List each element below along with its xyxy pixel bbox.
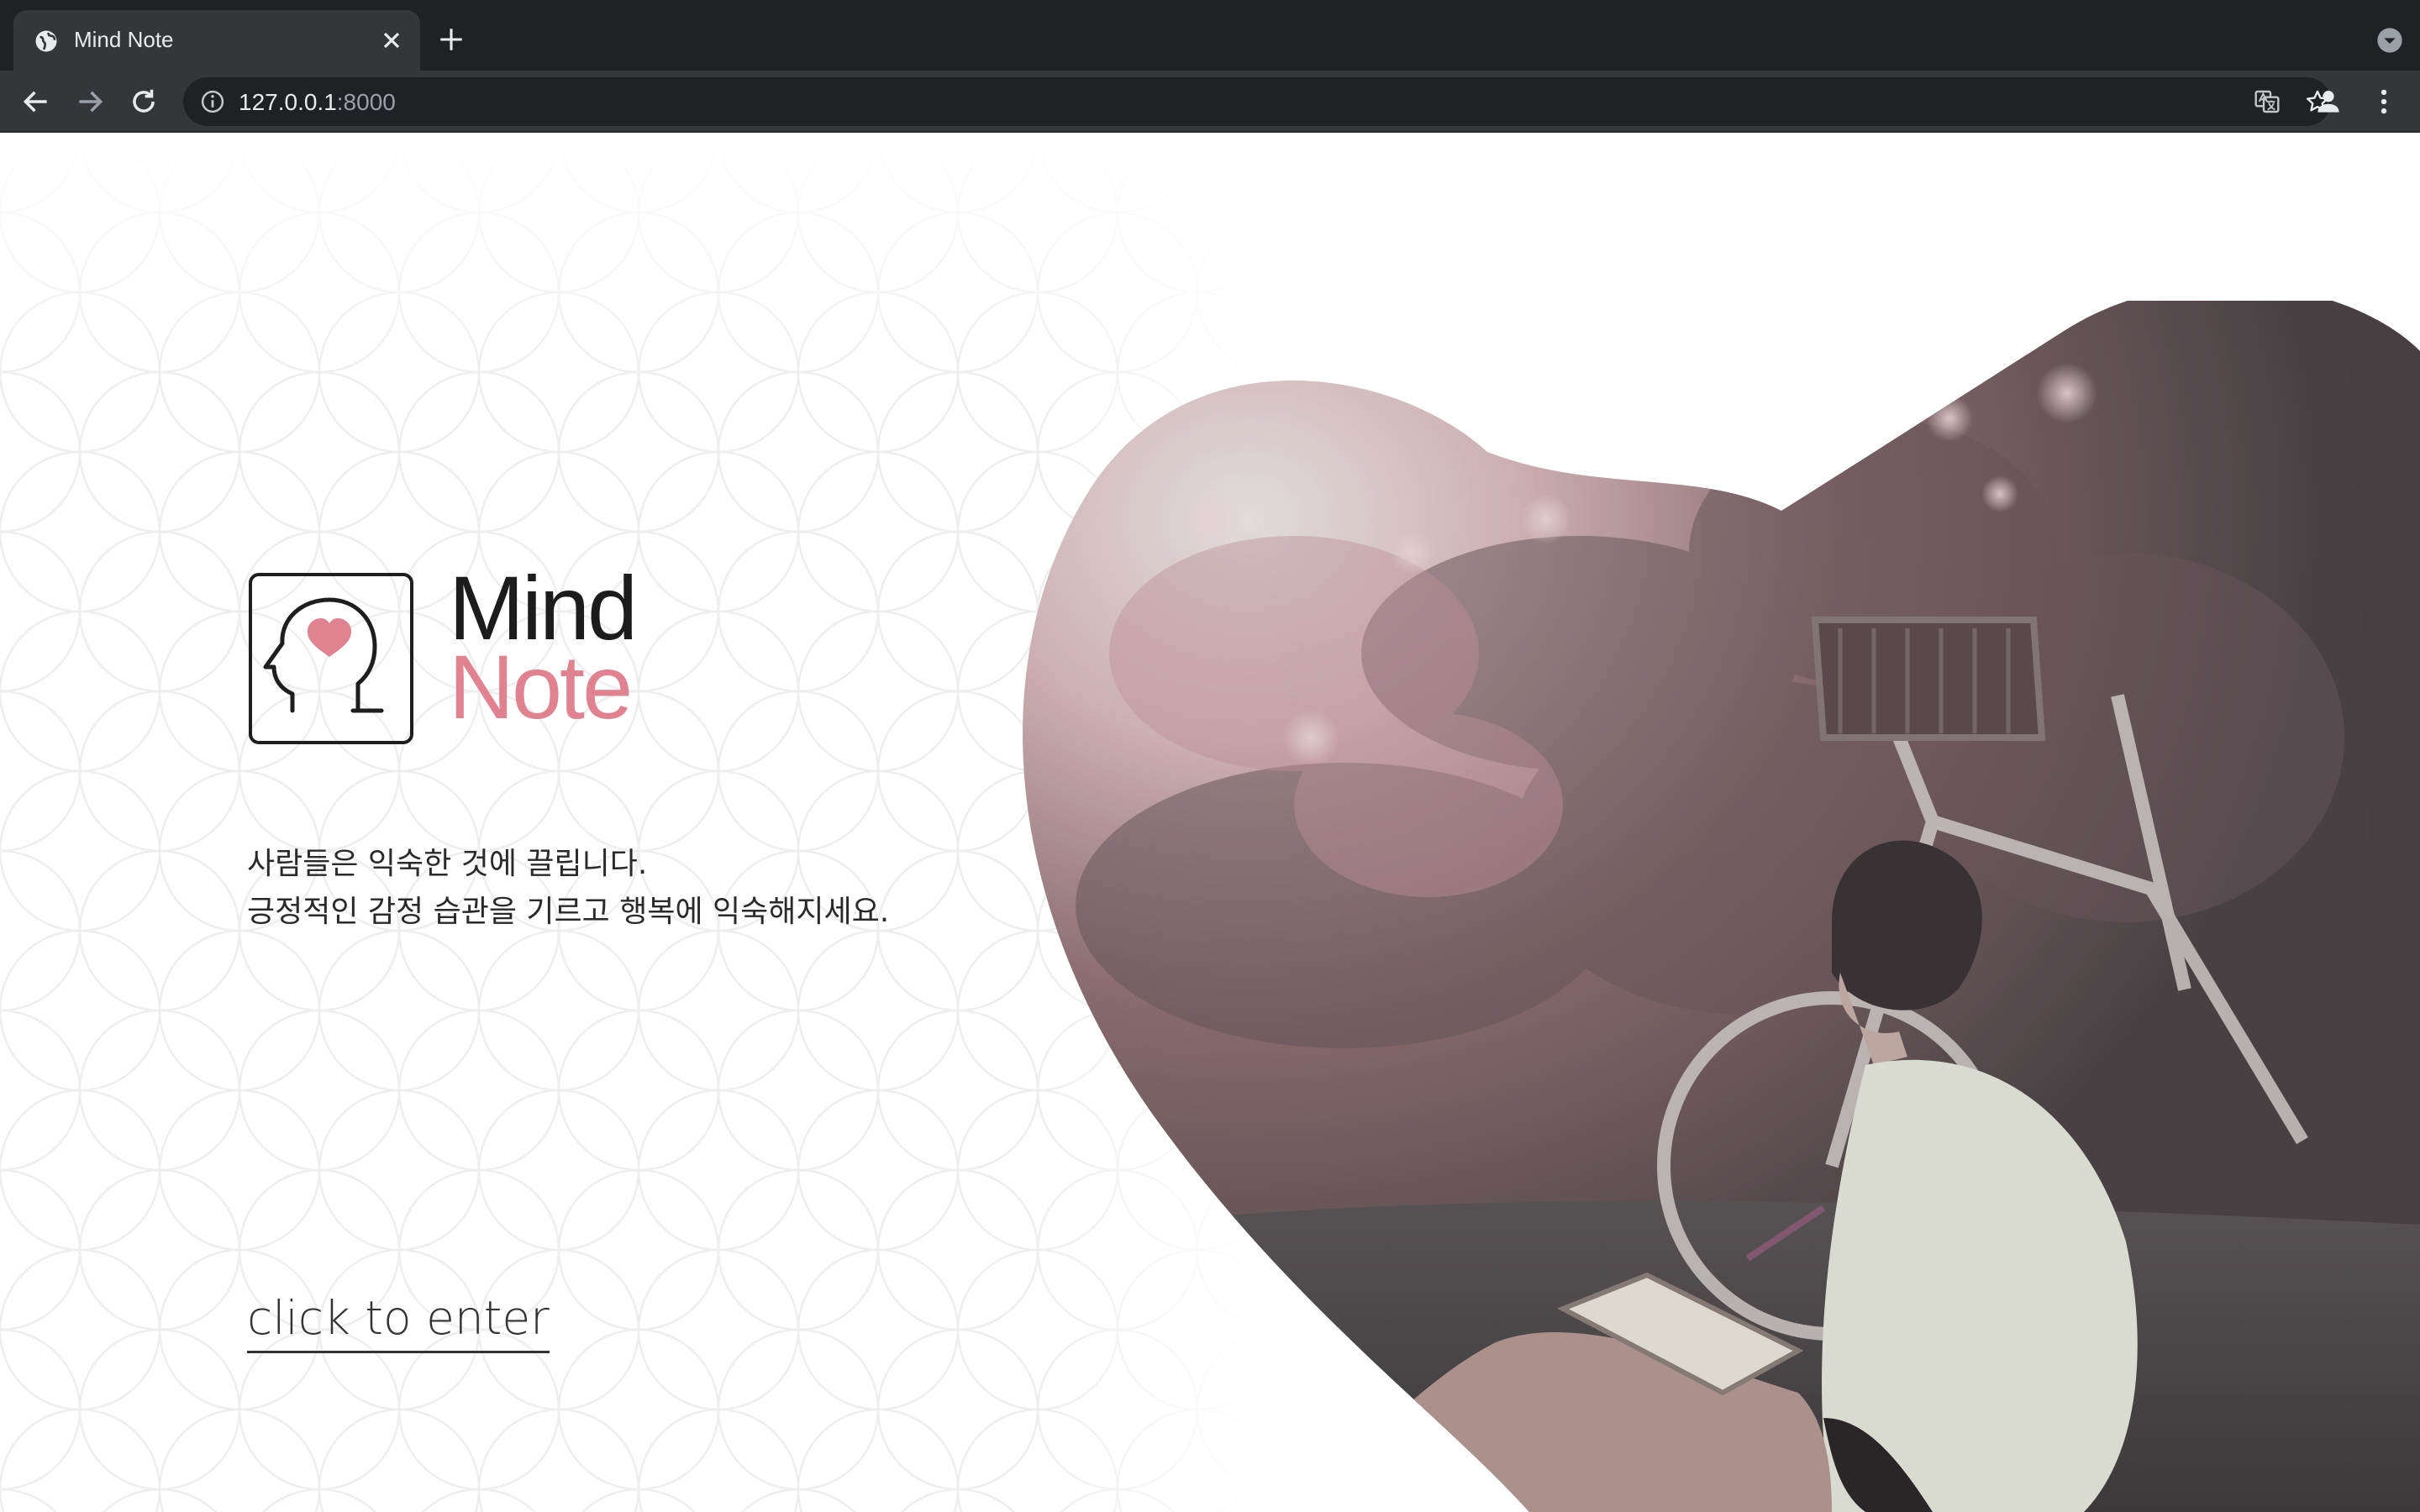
globe-icon bbox=[35, 30, 57, 52]
more-vert-icon[interactable] bbox=[2368, 86, 2400, 118]
browser-tab[interactable]: Mind Note bbox=[13, 10, 420, 71]
landing-page: Mind Note 사람들은 익숙한 것에 끌립니다. 긍정적인 감정 습관을 … bbox=[0, 133, 2420, 1512]
info-icon[interactable] bbox=[200, 89, 225, 114]
brand-title-note: Note bbox=[449, 636, 633, 738]
translate-icon[interactable] bbox=[2254, 88, 2281, 115]
tagline-line-1: 사람들은 익숙한 것에 끌립니다. bbox=[247, 847, 648, 881]
back-arrow-icon[interactable] bbox=[20, 86, 52, 118]
new-tab-icon[interactable] bbox=[437, 25, 466, 54]
tagline-line-2: 긍정적인 감정 습관을 기르고 행복에 익숙해지세요. bbox=[247, 895, 890, 929]
url-text: 127.0.0.1:8000 bbox=[239, 89, 396, 116]
head-heart-icon bbox=[263, 597, 384, 713]
tagline: 사람들은 익숙한 것에 끌립니다. 긍정적인 감정 습관을 기르고 행복에 익숙… bbox=[247, 840, 889, 936]
forward-arrow-icon[interactable] bbox=[74, 86, 106, 118]
tab-search-icon[interactable] bbox=[2376, 27, 2403, 54]
url-port: :8000 bbox=[336, 89, 396, 115]
heart-hero-image bbox=[1023, 301, 2420, 1512]
mind-note-logo bbox=[249, 573, 413, 744]
profile-icon[interactable] bbox=[2312, 86, 2344, 118]
address-bar[interactable]: 127.0.0.1:8000 bbox=[183, 77, 2331, 126]
browser-toolbar: 127.0.0.1:8000 bbox=[0, 71, 2420, 133]
click-to-enter-link[interactable]: click to enter bbox=[247, 1290, 550, 1353]
url-host: 127.0.0.1 bbox=[239, 89, 337, 115]
reload-icon[interactable] bbox=[128, 86, 160, 118]
browser-tab-strip: Mind Note bbox=[0, 0, 2420, 71]
tab-title: Mind Note bbox=[74, 27, 174, 52]
tab-close-icon[interactable] bbox=[378, 27, 405, 54]
